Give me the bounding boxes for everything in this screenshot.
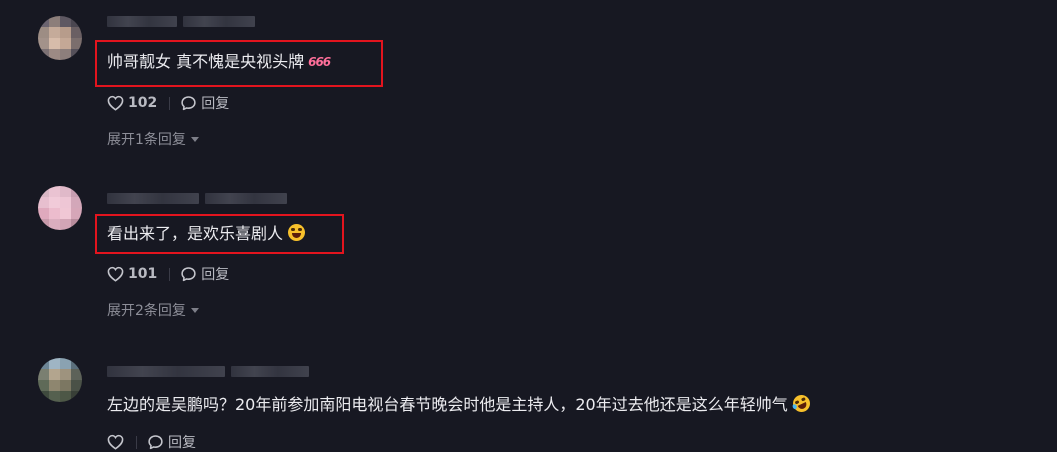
avatar[interactable] — [38, 16, 82, 60]
caret-down-icon — [190, 136, 199, 142]
expand-replies[interactable]: 展开2条回复 — [107, 300, 199, 320]
username-blurred[interactable] — [107, 192, 287, 204]
highlight-box — [95, 214, 344, 254]
reply-label: 回复 — [168, 435, 196, 451]
expand-replies-label: 展开2条回复 — [107, 303, 186, 319]
divider — [169, 96, 171, 110]
reply-label: 回复 — [201, 267, 230, 283]
comment-bubble-icon — [181, 267, 196, 282]
expand-replies-label: 展开1条回复 — [107, 132, 186, 148]
like-button[interactable]: 102 — [107, 95, 157, 111]
expand-replies[interactable]: 展开1条回复 — [107, 129, 199, 149]
heart-icon — [107, 266, 124, 282]
heart-icon — [107, 95, 124, 111]
comment-text-content: 左边的是吴鹏吗？20年前参加南阳电视台春节晚会时他是主持人，20年过去他还是这么… — [107, 395, 788, 414]
username-blurred[interactable] — [107, 365, 309, 377]
avatar[interactable] — [38, 358, 82, 402]
username-blurred[interactable] — [107, 15, 255, 27]
reply-button[interactable]: 回复 — [180, 264, 229, 284]
comment-bubble-icon — [181, 96, 196, 111]
rolling-laughing-emoji — [789, 392, 813, 415]
like-count: 101 — [128, 266, 158, 282]
avatar[interactable] — [38, 186, 82, 230]
like-button[interactable]: 101 — [107, 266, 157, 282]
caret-down-icon — [190, 307, 199, 313]
like-button[interactable] — [107, 434, 124, 450]
heart-icon — [107, 434, 124, 450]
comment-actions: 回复 — [107, 432, 196, 452]
comment-text: 左边的是吴鹏吗？20年前参加南阳电视台春节晚会时他是主持人，20年过去他还是这么… — [107, 392, 813, 416]
comment-actions: 101 回复 — [107, 264, 229, 284]
divider — [136, 435, 137, 449]
reply-label: 回复 — [201, 96, 230, 112]
comment-actions: 102 回复 — [107, 93, 229, 113]
comment-bubble-icon — [148, 435, 163, 450]
highlight-box — [95, 40, 383, 87]
reply-button[interactable]: 回复 — [147, 432, 196, 452]
divider — [169, 267, 171, 281]
reply-button[interactable]: 回复 — [180, 93, 229, 113]
like-count: 102 — [128, 95, 158, 111]
